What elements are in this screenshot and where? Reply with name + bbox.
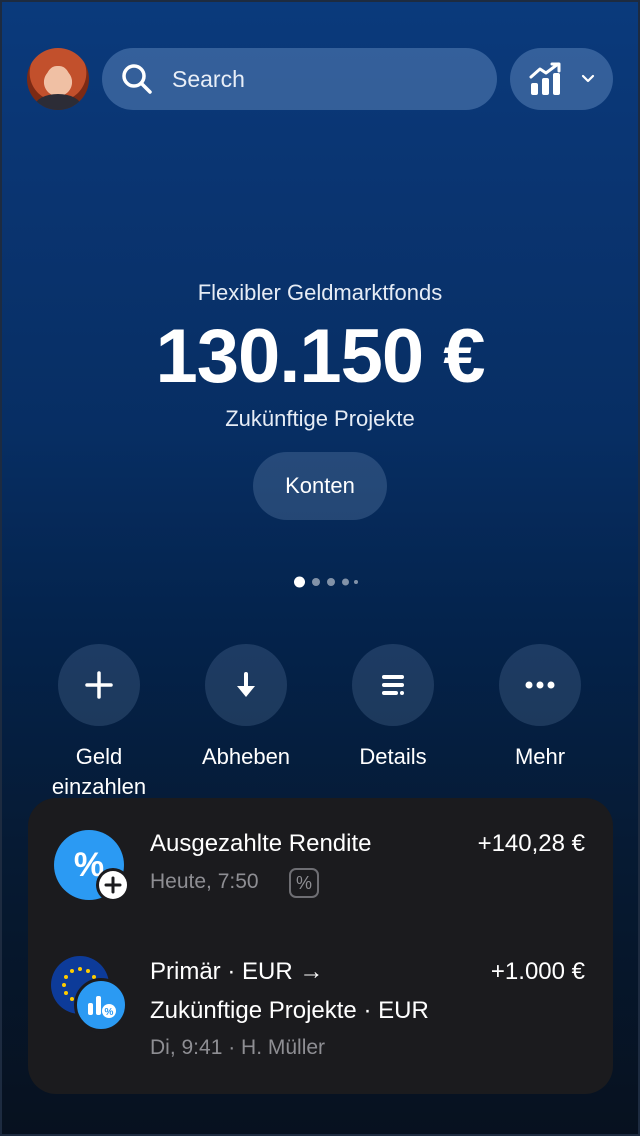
avatar-face (46, 66, 70, 96)
withdraw-action[interactable]: Abheben (176, 644, 316, 772)
chart-growth-icon (529, 62, 561, 95)
transaction-amount: +1.000 € (490, 958, 585, 985)
fund-icon: % (74, 978, 128, 1032)
transaction-title-line2: Zukünftige Projekte · EUR (150, 997, 429, 1024)
page-dot (342, 578, 349, 586)
page-dot (327, 578, 335, 586)
arrow-down-icon (237, 672, 255, 697)
more-button[interactable] (499, 644, 581, 726)
plus-badge-icon (96, 868, 130, 902)
search-bar[interactable]: Search (102, 48, 497, 110)
page-indicator[interactable] (294, 576, 364, 588)
transaction-title: Ausgezahlte Rendite (150, 830, 372, 857)
avatar[interactable] (27, 48, 89, 110)
search-icon (122, 64, 152, 94)
details-label: Details (359, 744, 427, 769)
percent-chip-icon: % (289, 868, 319, 898)
details-action[interactable]: Details (323, 644, 463, 772)
transaction-title-line1: Primär · EUR → (150, 958, 324, 985)
page-dot (354, 580, 358, 584)
svg-text:%: % (105, 1007, 114, 1018)
details-button[interactable] (352, 644, 434, 726)
withdraw-label: Abheben (201, 744, 291, 769)
page-dot (312, 578, 320, 586)
more-label: Mehr (514, 744, 566, 769)
balance-amount: 130.150 € (155, 314, 485, 399)
more-action[interactable]: Mehr (470, 644, 610, 772)
plus-icon (85, 671, 113, 699)
chevron-down-icon (581, 74, 595, 83)
withdraw-button[interactable] (205, 644, 287, 726)
transaction-meta: Di, 9:41 · H. Müller (150, 1036, 326, 1059)
deposit-action[interactable]: Geld einzahlen (29, 644, 169, 802)
transactions-card: % Ausgezahlte Rendite +140,28 € Heute, 7… (28, 798, 613, 1094)
transaction-amount: +140,28 € (477, 830, 585, 857)
account-name[interactable]: Flexibler Geldmarktfonds (0, 280, 640, 306)
list-icon (382, 675, 404, 695)
account-subtitle: Zukünftige Projekte (225, 406, 415, 431)
analytics-button[interactable] (510, 48, 613, 110)
deposit-button[interactable] (58, 644, 140, 726)
more-icon (525, 681, 555, 689)
accounts-button[interactable]: Konten (253, 452, 387, 520)
avatar-body (35, 94, 81, 110)
search-placeholder: Search (172, 66, 245, 92)
transaction-meta: Heute, 7:50 (150, 870, 259, 893)
page-dot-active (294, 576, 305, 588)
deposit-label: Geld einzahlen (51, 744, 147, 799)
